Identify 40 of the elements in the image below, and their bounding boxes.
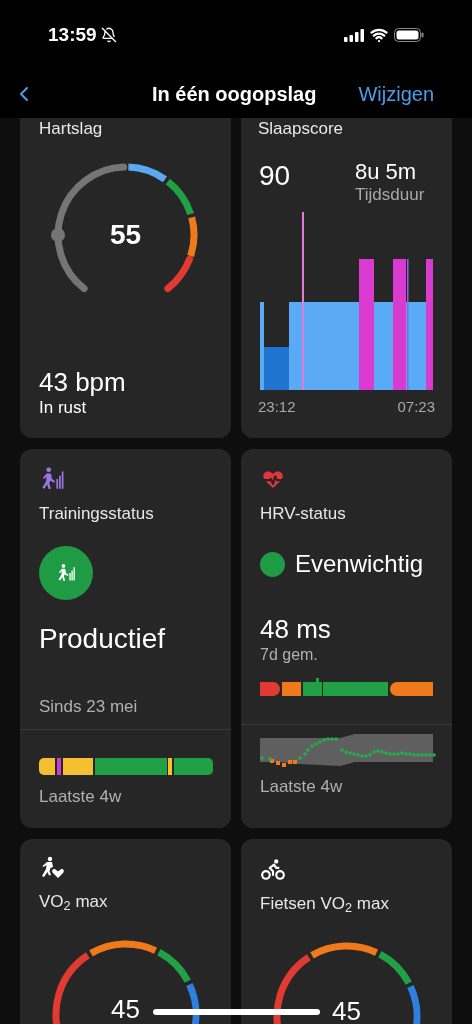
battery-icon	[394, 28, 424, 42]
card-title: Fietsen VO$_{2}$ max	[260, 894, 389, 913]
card-title: Trainingsstatus	[39, 504, 154, 523]
page-title: In één oogopslag	[152, 82, 317, 107]
training-status-card[interactable]: Trainingsstatus Productief Sinds 23 mei Laatste 4w	[20, 449, 231, 828]
card-title: Hartslag	[39, 118, 104, 140]
heart-rate-card[interactable]: Hartslag 55 43 bpm In rust	[20, 118, 231, 438]
period-label: Laatste 4w	[39, 786, 123, 808]
edit-button[interactable]: Wijzigen	[358, 79, 434, 109]
since-date: Sinds 23 mei	[39, 696, 139, 718]
sleep-score-card[interactable]: Slaapscore 90 8u 5m Tijdsduur 23:12 07:23	[241, 118, 452, 438]
start-time: 23:12	[258, 397, 296, 417]
gauge-value: 55	[108, 218, 143, 252]
bicycle-icon	[260, 856, 286, 882]
runner-heart-icon	[39, 856, 65, 880]
hrv-status: Evenwichtig	[295, 550, 424, 578]
card-title: VO$_{2}$ max	[39, 892, 108, 911]
runner-icon	[39, 466, 65, 492]
training-status: Productief	[39, 622, 167, 656]
hrv-value: 48 ms	[260, 614, 332, 644]
resting-heart-rate: 43 bpm	[39, 367, 127, 397]
card-title: HRV-status	[260, 504, 346, 523]
status-time: 13:59	[48, 22, 97, 47]
gauge-value: 45	[110, 996, 141, 1022]
gauge-value: 45	[331, 998, 362, 1024]
hrv-status-card[interactable]: HRV-status Evenwichtig 48 ms 7d gem. Laatste 4w	[241, 449, 452, 828]
period-label: Laatste 4w	[260, 776, 344, 798]
average-label: 7d gem.	[260, 645, 319, 665]
duration-label: Tijdsduur	[355, 184, 426, 206]
card-title: Slaapscore	[258, 118, 345, 140]
wifi-icon	[370, 26, 388, 44]
resting-label: In rust	[39, 397, 88, 419]
runner-icon	[56, 563, 76, 583]
vo2-max-card[interactable]: Fietsen VO$_{2}$ max 45	[241, 839, 452, 1024]
sleep-duration: 8u 5m	[355, 160, 418, 184]
end-time: 07:23	[397, 397, 435, 417]
signal-icon	[344, 28, 364, 42]
bell-off-icon	[100, 27, 117, 43]
vo2-max-card[interactable]: VO$_{2}$ max 45	[20, 839, 231, 1024]
sleep-score: 90	[258, 160, 291, 193]
